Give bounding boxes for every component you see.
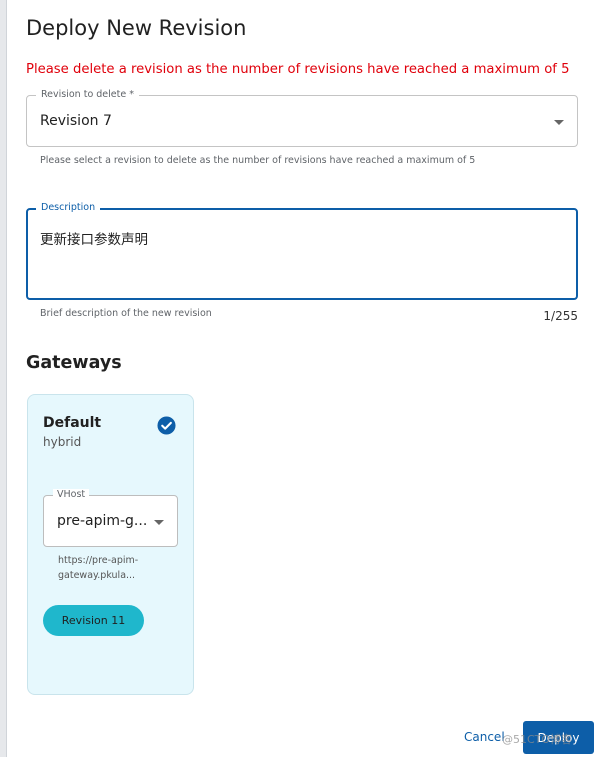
revision-chip: Revision 11 [43, 605, 144, 636]
vhost-value: pre-apim-g... [57, 513, 148, 529]
vhost-url-line-2: gateway.pkula... [58, 570, 136, 581]
revision-to-delete-helper: Please select a revision to delete as th… [40, 155, 476, 166]
description-char-counter: 1/255 [543, 309, 578, 323]
gateway-card-default[interactable]: Default hybrid VHost pre-apim-g... https… [27, 394, 194, 695]
chevron-down-icon [554, 120, 564, 125]
description-label: Description [36, 202, 101, 214]
vhost-url: https://pre-apim- gateway.pkula... [58, 553, 158, 583]
revision-to-delete-label: Revision to delete * [36, 89, 139, 101]
check-circle-icon[interactable] [157, 416, 176, 435]
vhost-url-line-1: https://pre-apim- [58, 555, 139, 566]
revision-to-delete-select[interactable]: Revision to delete * Revision 7 [26, 89, 578, 147]
gateway-name: Default [43, 415, 102, 431]
background-overlay-strip [0, 0, 7, 757]
description-helper: Brief description of the new revision [40, 308, 212, 319]
vhost-label: VHost [53, 489, 90, 501]
dialog-title: Deploy New Revision [26, 16, 247, 40]
error-message: Please delete a revision as the number o… [26, 62, 570, 77]
gateways-title: Gateways [26, 353, 122, 373]
chevron-down-icon [154, 520, 164, 525]
vhost-select[interactable]: VHost pre-apim-g... [43, 489, 178, 547]
gateway-type: hybrid [43, 435, 82, 449]
description-field[interactable]: Description 更新接口参数声明 [26, 202, 578, 300]
deploy-button[interactable]: Deploy [523, 721, 594, 754]
cancel-button[interactable]: Cancel [464, 730, 505, 744]
revision-to-delete-value: Revision 7 [40, 113, 112, 129]
description-value: 更新接口参数声明 [40, 232, 148, 248]
